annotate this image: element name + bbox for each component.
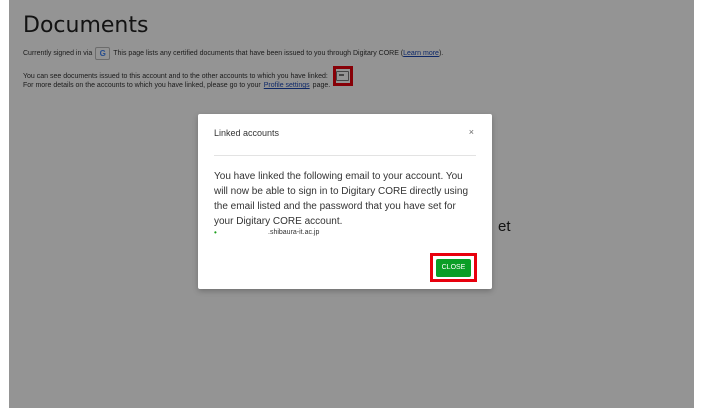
linked-email-item: • .shibaura-it.ac.jp: [214, 228, 319, 237]
linked-email: .shibaura-it.ac.jp: [268, 229, 320, 236]
dialog-title: Linked accounts: [214, 128, 280, 138]
dialog-divider: [214, 155, 476, 156]
dialog-message: You have linked the following email to y…: [214, 171, 468, 227]
bullet-icon: •: [214, 228, 217, 237]
screen: Documents Currently signed in via G This…: [0, 0, 701, 408]
close-button-highlight: CLOSE: [430, 253, 477, 282]
linked-accounts-dialog: Linked accounts × You have linked the fo…: [198, 114, 492, 289]
dialog-close-icon[interactable]: ×: [469, 127, 474, 137]
close-button[interactable]: CLOSE: [436, 258, 471, 277]
